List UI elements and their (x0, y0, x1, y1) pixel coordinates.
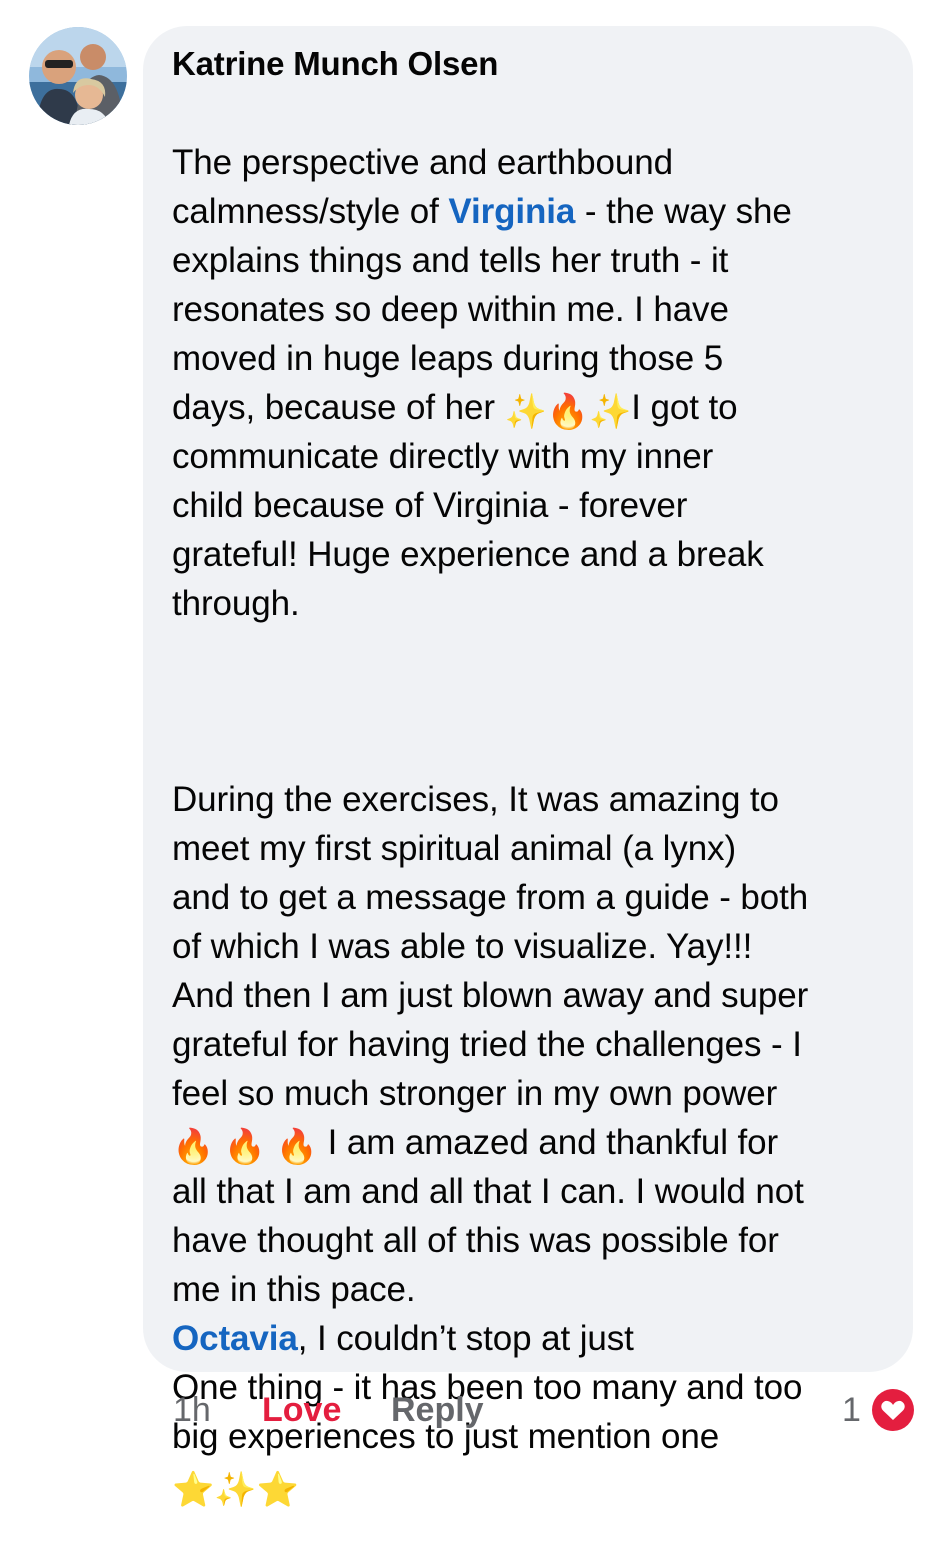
comment-line: child because of Virginia - forever (172, 481, 893, 530)
fire-emoji-icon: 🔥 (275, 1127, 318, 1167)
comment-line: explains things and tells her truth - it (172, 236, 893, 285)
comment-line: ⭐✨⭐ (172, 1461, 893, 1510)
fire-emoji-icon: 🔥 (172, 1127, 215, 1167)
comment-text: resonates so deep within me. I have (172, 290, 729, 329)
comment-text: During the exercises, It was amazing to (172, 780, 779, 819)
comment-text: and to get a message from a guide - both (172, 878, 809, 917)
comment-line: resonates so deep within me. I have (172, 285, 893, 334)
spark-emoji-icon: ✨ (214, 1470, 257, 1510)
comment-text: feel so much stronger in my own power (172, 1074, 778, 1113)
comment-line: Octavia, I couldn’t stop at just (172, 1314, 893, 1363)
comment-text: of which I was able to visualize. Yay!!! (172, 927, 753, 966)
spark-emoji-icon: ✨ (504, 392, 547, 432)
comment-text: , I couldn’t stop at just (297, 1319, 634, 1358)
comment-line: The perspective and earthbound (172, 138, 893, 187)
comment-text: I am amazed and thankful for (317, 1123, 779, 1162)
comment-paragraph-1: The perspective and earthbound calmness/s… (172, 138, 893, 628)
star-emoji-icon: ⭐ (172, 1470, 215, 1510)
comment-text: I got to (631, 388, 738, 427)
avatar[interactable] (29, 27, 127, 125)
comment-line: of which I was able to visualize. Yay!!! (172, 922, 893, 971)
comment-line: have thought all of this was possible fo… (172, 1216, 893, 1265)
heart-icon[interactable] (872, 1389, 914, 1431)
star-emoji-icon: ⭐ (256, 1470, 299, 1510)
comment-text: grateful for having tried the challenges… (172, 1025, 802, 1064)
comment-text: calmness/style of (172, 192, 449, 231)
reply-button[interactable]: Reply (391, 1388, 484, 1432)
spark-emoji-icon: ✨ (589, 392, 632, 432)
comment-line: And then I am just blown away and super (172, 971, 893, 1020)
comment-text: child because of Virginia - forever (172, 486, 688, 525)
comment-line: feel so much stronger in my own power (172, 1069, 893, 1118)
comment-text: grateful! Huge experience and a break (172, 535, 764, 574)
comment-line: grateful! Huge experience and a break (172, 530, 893, 579)
comment-line: and to get a message from a guide - both (172, 873, 893, 922)
comment-text: moved in huge leaps during those 5 (172, 339, 724, 378)
comment-line: moved in huge leaps during those 5 (172, 334, 893, 383)
comment-text: And then I am just blown away and super (172, 976, 809, 1015)
comment-actions: 1h Love Reply 1 (0, 1388, 943, 1432)
comment-author[interactable]: Katrine Munch Olsen (172, 46, 893, 84)
comment-text: me in this pace. (172, 1270, 416, 1309)
reaction-count[interactable]: 1 (842, 1388, 861, 1432)
comment-line: meet my first spiritual animal (a lynx) (172, 824, 893, 873)
comment-timestamp[interactable]: 1h (173, 1388, 211, 1432)
comment-text: communicate directly with my inner (172, 437, 714, 476)
love-reaction-button[interactable]: Love (262, 1388, 341, 1432)
mention-link[interactable]: Octavia (172, 1319, 298, 1358)
comment-bubble: Katrine Munch Olsen The perspective and … (143, 26, 913, 1507)
comment-text: through. (172, 584, 300, 623)
comment-text (266, 1123, 276, 1162)
comment-text: explains things and tells her truth - it (172, 241, 729, 280)
mention-link[interactable]: Virginia (448, 192, 575, 231)
comment-line: 🔥 🔥 🔥 I am amazed and thankful for (172, 1118, 893, 1167)
fire-emoji-icon: 🔥 (546, 392, 590, 432)
comment-text (214, 1123, 224, 1162)
comment-line: During the exercises, It was amazing to (172, 775, 893, 824)
comment-text: meet my first spiritual animal (a lynx) (172, 829, 737, 868)
comment-line: communicate directly with my inner (172, 432, 893, 481)
comment-text: have thought all of this was possible fo… (172, 1221, 779, 1260)
comment-line: days, because of her ✨🔥✨I got to (172, 383, 893, 432)
comment-text: The perspective and earthbound (172, 143, 673, 182)
comment-line: through. (172, 579, 893, 628)
comment-line: calmness/style of Virginia - the way she (172, 187, 893, 236)
comment-body: The perspective and earthbound calmness/s… (172, 89, 893, 1559)
profile-photo (29, 27, 127, 125)
comment-line: grateful for having tried the challenges… (172, 1020, 893, 1069)
comment-line: me in this pace. (172, 1265, 893, 1314)
comment-line: all that I am and all that I can. I woul… (172, 1167, 893, 1216)
fire-emoji-icon: 🔥 (223, 1127, 267, 1167)
comment-text: - the way she (575, 192, 792, 231)
comment-text: all that I am and all that I can. I woul… (172, 1172, 804, 1211)
comment-text: days, because of her (172, 388, 505, 427)
